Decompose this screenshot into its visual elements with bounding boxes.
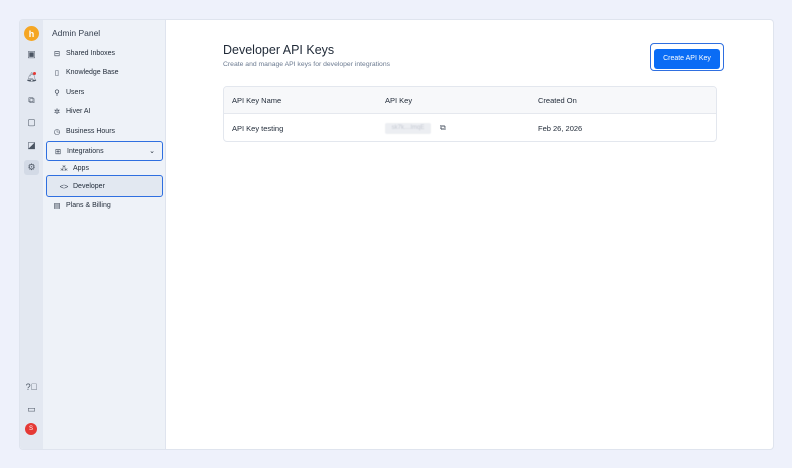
user-icon: ⚲ [54, 88, 60, 97]
sidebar-item-integrations[interactable]: ⊞ Integrations ⌄ [46, 141, 163, 161]
label: Integrations [67, 147, 104, 155]
copy-icon[interactable]: ⧉ [440, 123, 446, 132]
api-key-name: API Key testing [232, 123, 284, 133]
header-created: Created On [538, 95, 577, 105]
inbox-icon: ⊟ [53, 49, 61, 58]
avatar[interactable]: S [25, 423, 37, 435]
sidebar-title: Admin Panel [52, 28, 101, 38]
api-key-cell: sk7k....lmqE ⧉ [385, 122, 446, 134]
sidebar-item-business-hours[interactable]: ◷ Business Hours [46, 123, 163, 140]
sidebar-item-developer[interactable]: <> Developer [46, 175, 163, 197]
create-api-key-focus-ring: Create API Key [650, 43, 724, 71]
icon-rail: h ▣ 🔔︎ ⧉ ▢ ◪ ⚙ ?⃝ ▭ S [20, 20, 43, 449]
book-icon: ▯ [54, 68, 60, 77]
settings-icon[interactable]: ⚙ [24, 160, 39, 175]
header-key: API Key [385, 95, 413, 105]
label: Hiver AI [66, 108, 91, 115]
app-window: h ▣ 🔔︎ ⧉ ▢ ◪ ⚙ ?⃝ ▭ S Admin Panel ⊟ Share… [19, 19, 774, 450]
label: Users [66, 89, 85, 96]
page-title: Developer API Keys [223, 43, 335, 57]
copy-icon[interactable]: ⧉ [24, 93, 39, 108]
billing-icon: ▤ [53, 201, 61, 210]
created-on: Feb 26, 2026 [538, 123, 583, 133]
sparkle-icon: ✲ [53, 107, 61, 116]
api-keys-table: API Key Name API Key Created On API Key … [223, 86, 717, 142]
apps-icon: ⁂ [60, 164, 68, 173]
sidebar-item-users[interactable]: ⚲ Users [46, 84, 163, 101]
label: Shared Inboxes [66, 50, 116, 57]
grid-icon: ⊞ [54, 146, 62, 156]
notification-icon[interactable]: 🔔︎ [24, 70, 39, 85]
create-api-key-button[interactable]: Create API Key [654, 48, 720, 69]
analytics-icon[interactable]: ◪ [24, 138, 39, 153]
table-row: API Key testing sk7k....lmqE ⧉ Feb 26, 20… [224, 114, 716, 141]
page-subtitle: Create and manage API keys for developer… [223, 61, 391, 68]
code-icon: <> [59, 181, 69, 191]
label: Developer [73, 182, 105, 190]
main-content: Developer API Keys Create and manage API… [166, 20, 773, 449]
label: Knowledge Base [66, 69, 119, 76]
sidebar-item-plans-billing[interactable]: ▤ Plans & Billing [46, 197, 163, 214]
admin-sidebar: Admin Panel ⊟ Shared Inboxes ▯ Knowledge B… [43, 20, 166, 449]
table-header: API Key Name API Key Created On [224, 87, 716, 114]
header-name: API Key Name [232, 95, 282, 105]
logo-icon[interactable]: h [24, 26, 39, 41]
api-key-value: sk7k....lmqE [385, 122, 431, 134]
sidebar-item-knowledge-base[interactable]: ▯ Knowledge Base [46, 64, 163, 81]
sidebar-item-shared-inboxes[interactable]: ⊟ Shared Inboxes [46, 45, 163, 62]
feedback-icon[interactable]: ▭ [24, 402, 39, 417]
label: Apps [73, 165, 89, 172]
clock-icon: ◷ [53, 127, 61, 136]
contact-icon[interactable]: ▢ [24, 115, 39, 130]
label: Business Hours [66, 128, 116, 135]
label: Plans & Billing [66, 202, 111, 209]
chevron-down-icon: ⌄ [149, 148, 155, 155]
help-icon[interactable]: ?⃝ [24, 379, 39, 394]
chat-icon[interactable]: ▣ [24, 47, 39, 62]
sidebar-item-hiver-ai[interactable]: ✲ Hiver AI [46, 103, 163, 120]
